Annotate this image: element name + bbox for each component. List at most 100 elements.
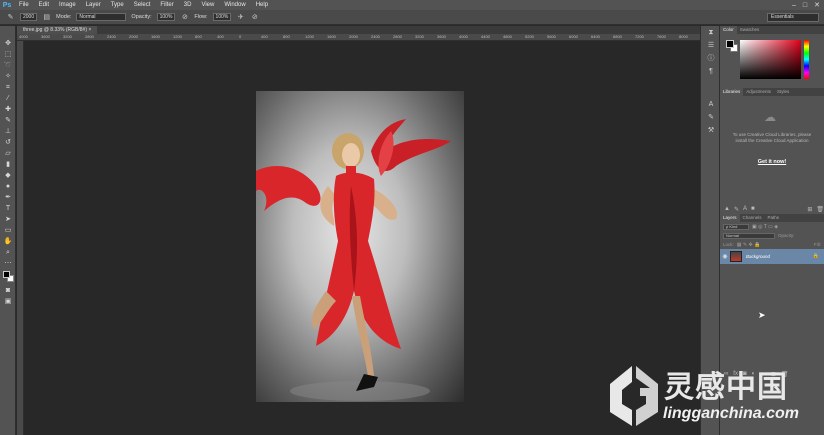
layers-tab-channels[interactable]: Channels xyxy=(740,214,765,222)
lasso-tool-icon[interactable]: ➰ xyxy=(0,60,16,71)
crop-tool-icon[interactable]: ⌗ xyxy=(0,82,16,93)
canvas-area[interactable] xyxy=(24,41,700,435)
eyedropper-tool-icon[interactable]: ⁄ xyxy=(0,93,16,104)
color-swatches[interactable] xyxy=(0,269,16,285)
maximize-icon[interactable]: □ xyxy=(803,2,807,9)
ruler-tick-label: 2800 xyxy=(85,34,94,39)
ruler-tick-label: 3600 xyxy=(437,34,446,39)
flow-field[interactable]: 100% xyxy=(212,13,232,21)
blend-mode-select[interactable]: Normal xyxy=(723,232,775,239)
libraries-tab-libraries[interactable]: Libraries xyxy=(720,88,744,96)
opacity-field[interactable]: 100% xyxy=(156,13,176,21)
minimize-icon[interactable]: – xyxy=(792,2,796,9)
color-panel xyxy=(720,34,824,88)
brush-tool-icon[interactable]: ✎ xyxy=(6,13,15,22)
rectangle-tool-icon[interactable]: ▭ xyxy=(0,225,16,236)
ruler-tick-label: 400 xyxy=(217,34,224,39)
ruler-tick-label: 0 xyxy=(239,34,242,39)
panel-foreground-swatch[interactable] xyxy=(726,40,734,48)
layers-tab-paths[interactable]: Paths xyxy=(765,214,783,222)
history-panel-icon[interactable]: ⧗ xyxy=(701,26,721,39)
lock-icons[interactable]: ▦ ✎ ✥ 🔒 xyxy=(737,242,761,248)
history-brush-tool-icon[interactable]: ↺ xyxy=(0,137,16,148)
brush-size-field[interactable]: 2000 xyxy=(20,13,38,21)
hue-slider[interactable] xyxy=(804,40,809,79)
ruler-tick-label: 2000 xyxy=(129,34,138,39)
menu-items: File Edit Image Layer Type Select Filter 3D View… xyxy=(14,0,273,10)
clone-stamp-tool-icon[interactable]: ⊥ xyxy=(0,126,16,137)
menu-3d[interactable]: 3D xyxy=(179,0,197,10)
ruler-tick-label: 1600 xyxy=(151,34,160,39)
brush-presets-icon[interactable]: ✎ xyxy=(701,111,721,124)
brush-panel-icon[interactable]: ▤ xyxy=(42,13,51,22)
menu-view[interactable]: View xyxy=(196,0,219,10)
filter-icons[interactable]: ▣ ◎ T ▭ ◈ xyxy=(752,224,778,230)
menu-select[interactable]: Select xyxy=(129,0,156,10)
layers-empty-area xyxy=(720,264,824,369)
libraries-tab-adjustments[interactable]: Adjustments xyxy=(743,88,774,96)
paragraph-panel-icon[interactable]: ¶ xyxy=(701,65,721,78)
menu-file[interactable]: File xyxy=(14,0,34,10)
brush-tool-icon[interactable]: ✎ xyxy=(0,115,16,126)
menu-filter[interactable]: Filter xyxy=(155,0,178,10)
pen-tool-icon[interactable]: ✒ xyxy=(0,192,16,203)
document-image xyxy=(256,91,464,402)
zoom-tool-icon[interactable]: ⌕ xyxy=(0,247,16,258)
layers-tab-layers[interactable]: Layers xyxy=(720,214,740,222)
healing-brush-tool-icon[interactable]: ✚ xyxy=(0,104,16,115)
document-tab[interactable]: three.jpg @ 8.33% (RGB/8#) × xyxy=(17,26,98,34)
document-tab-title: three.jpg @ 8.33% (RGB/8#) xyxy=(23,27,87,33)
layer-row-background[interactable]: ◉ Background 🔒 xyxy=(720,249,824,264)
path-select-tool-icon[interactable]: ➤ xyxy=(0,214,16,225)
workspace-select[interactable]: Essentials xyxy=(767,13,819,22)
libraries-tab-styles[interactable]: Styles xyxy=(774,88,792,96)
eraser-tool-icon[interactable]: ▱ xyxy=(0,148,16,159)
flow-label: Flow: xyxy=(194,14,208,20)
pressure-opacity-icon[interactable]: ⊘ xyxy=(180,13,189,22)
layer-lock-icon: 🔒 xyxy=(812,253,819,259)
add-graphic-icon[interactable]: ✎ xyxy=(734,206,739,213)
menu-window[interactable]: Window xyxy=(219,0,250,10)
kind-filter-select[interactable]: ρ Kind xyxy=(723,223,749,230)
pressure-size-icon[interactable]: ⊘ xyxy=(250,13,259,22)
menu-edit[interactable]: Edit xyxy=(34,0,54,10)
screen-mode-icon[interactable]: ▣ xyxy=(0,296,16,307)
move-tool-icon[interactable]: ✥ xyxy=(0,38,16,49)
quick-select-tool-icon[interactable]: ✧ xyxy=(0,71,16,82)
add-color-icon[interactable]: ■ xyxy=(751,206,755,212)
info-panel-icon[interactable]: ⓘ xyxy=(701,52,721,65)
mode-label: Mode: xyxy=(56,14,72,20)
marquee-tool-icon[interactable]: ⬚ xyxy=(0,49,16,60)
dodge-tool-icon[interactable]: ● xyxy=(0,181,16,192)
tool-presets-icon[interactable]: ⚒ xyxy=(701,124,721,137)
quick-mask-icon[interactable]: ◙ xyxy=(0,285,16,296)
blur-tool-icon[interactable]: ◆ xyxy=(0,170,16,181)
close-window-icon[interactable]: ✕ xyxy=(814,1,820,9)
layers-opacity-label: Opacity: xyxy=(778,233,795,238)
more-tools-icon[interactable]: ⋯ xyxy=(0,258,16,269)
visibility-eye-icon[interactable]: ◉ xyxy=(720,253,730,260)
menu-image[interactable]: Image xyxy=(54,0,81,10)
color-picker-field[interactable] xyxy=(740,40,801,79)
foreground-color-swatch[interactable] xyxy=(3,271,10,278)
library-sync-icon[interactable]: ⊞ xyxy=(807,206,812,213)
get-it-now-link[interactable]: Get it now! xyxy=(720,159,824,165)
character-panel-icon[interactable]: A xyxy=(701,98,721,111)
add-text-icon[interactable]: A xyxy=(743,206,747,212)
hand-tool-icon[interactable]: ✋ xyxy=(0,236,16,247)
mode-select[interactable]: Normal xyxy=(76,13,127,21)
add-content-icon[interactable]: ▲ xyxy=(724,206,730,212)
type-tool-icon[interactable]: T xyxy=(0,203,16,214)
gradient-tool-icon[interactable]: ▮ xyxy=(0,159,16,170)
airbrush-icon[interactable]: ✈ xyxy=(236,13,245,22)
ruler-tick-label: 3200 xyxy=(415,34,424,39)
menu-help[interactable]: Help xyxy=(251,0,273,10)
menu-layer[interactable]: Layer xyxy=(81,0,106,10)
menu-type[interactable]: Type xyxy=(106,0,129,10)
libraries-footer: ▲ ✎ A ■ ⊞ 🗑 xyxy=(720,204,824,214)
color-tab-swatches[interactable]: Swatches xyxy=(737,26,763,34)
properties-panel-icon[interactable]: ☰ xyxy=(701,39,721,52)
library-delete-icon[interactable]: 🗑 xyxy=(816,206,824,213)
color-tab-color[interactable]: Color xyxy=(720,26,737,34)
close-tab-icon[interactable]: × xyxy=(88,27,91,33)
